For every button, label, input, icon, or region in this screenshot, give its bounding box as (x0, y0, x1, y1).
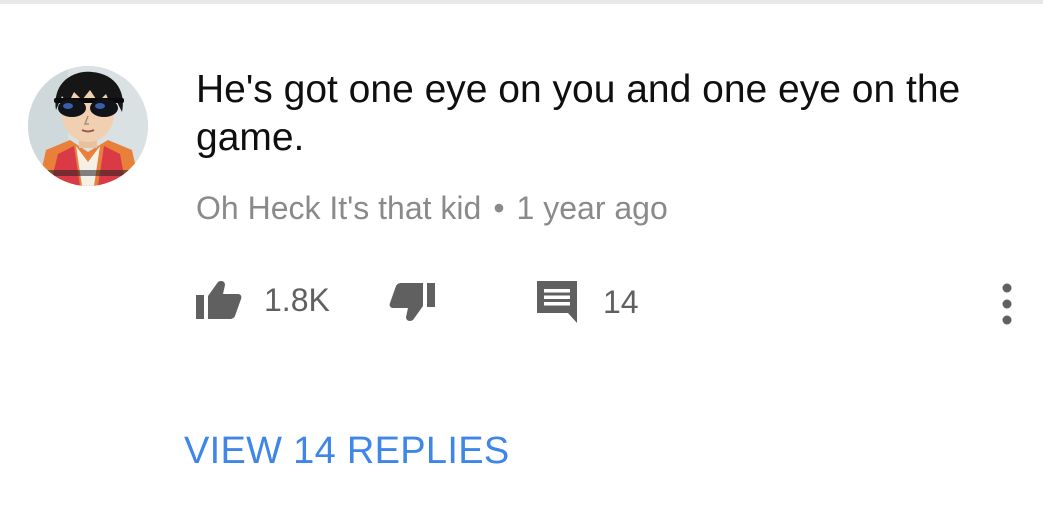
top-divider (0, 0, 1043, 4)
meta-separator: • (493, 190, 505, 226)
vertical-ellipsis-icon (1002, 283, 1012, 325)
author-avatar[interactable] (28, 66, 148, 186)
reply-count: 14 (603, 284, 639, 320)
more-options-button[interactable] (990, 280, 1024, 330)
comment-icon (537, 281, 577, 323)
dislike-button[interactable] (389, 282, 435, 322)
reply-button[interactable]: 14 (537, 280, 639, 324)
like-button[interactable]: 1.8K (196, 278, 330, 322)
comment-meta: Oh Heck It's that kid • 1 year ago (196, 186, 668, 230)
thumbs-up-icon (196, 281, 242, 319)
avatar-image (28, 66, 148, 186)
like-count: 1.8K (264, 282, 330, 318)
author-name[interactable]: Oh Heck It's that kid (196, 190, 481, 226)
comment-timestamp: 1 year ago (516, 190, 668, 226)
comment-text: He's got one eye on you and one eye on t… (196, 68, 961, 159)
thumbs-down-icon (389, 283, 435, 321)
view-replies-link[interactable]: VIEW 14 REPLIES (184, 425, 510, 477)
